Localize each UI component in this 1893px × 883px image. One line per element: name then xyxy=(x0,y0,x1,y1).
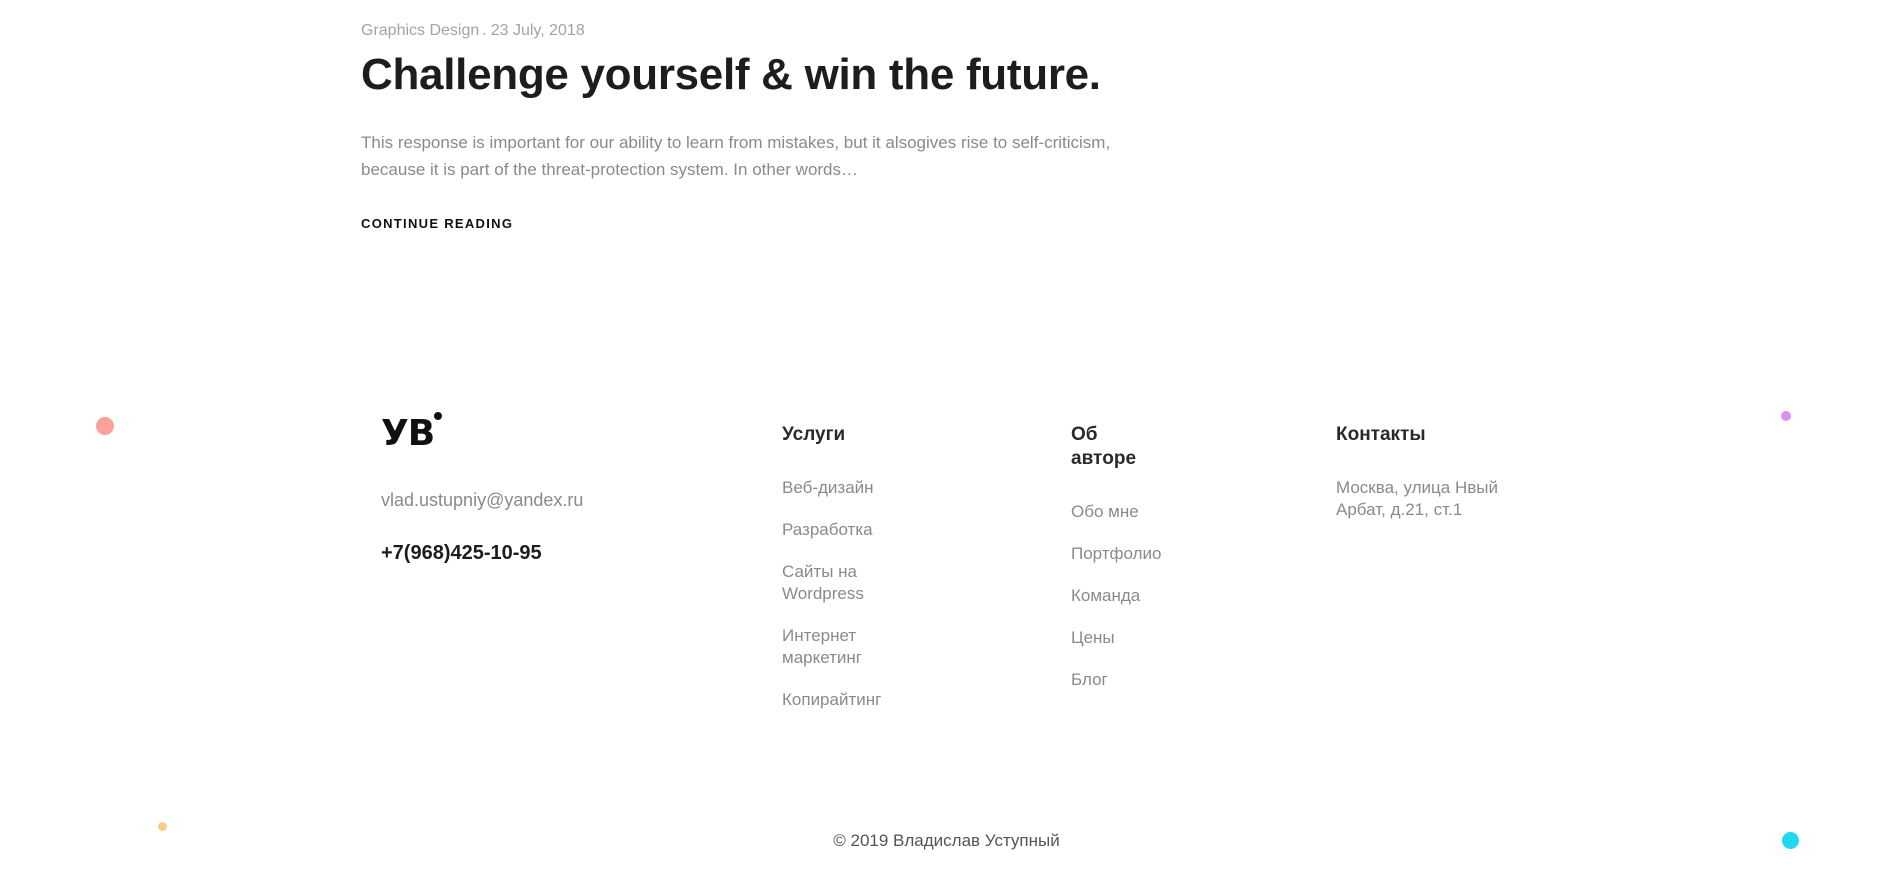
about-link-me[interactable]: Обо мне xyxy=(1071,501,1161,523)
decor-dot-cyan xyxy=(1782,832,1799,849)
post-excerpt: This response is important for our abili… xyxy=(361,133,1111,179)
post-meta-separator: . xyxy=(482,22,487,39)
about-link-blog[interactable]: Блог xyxy=(1071,669,1161,691)
contacts-column: Контакты Москва, улица Нвый Арбат, д.21,… xyxy=(1336,423,1536,521)
contact-address: Москва, улица Нвый Арбат, д.21, ст.1 xyxy=(1336,478,1498,519)
post-meta: Graphics Design. 23 July, 2018 xyxy=(361,22,585,40)
list-item: Сайты на Wordpress xyxy=(782,561,932,605)
services-link-wordpress[interactable]: Сайты на Wordpress xyxy=(782,561,932,605)
services-heading: Услуги xyxy=(782,424,846,445)
list-item: Блог xyxy=(1071,669,1161,691)
post-category: Graphics Design xyxy=(361,22,480,39)
logo-dot xyxy=(434,412,442,420)
list-item: Портфолио xyxy=(1071,543,1161,565)
services-list: Веб-дизайн Разработка Сайты на Wordpress… xyxy=(782,477,932,711)
list-item: Цены xyxy=(1071,627,1161,649)
list-item: Команда xyxy=(1071,585,1161,607)
page: Graphics Design. 23 July, 2018 Challenge … xyxy=(0,0,1893,883)
about-column: Об автope Обо мне Портфолио Команда Цены… xyxy=(1071,423,1161,711)
copyright: © 2019 Владислав Уступный xyxy=(833,831,1060,850)
about-link-team[interactable]: Команда xyxy=(1071,585,1161,607)
about-link-prices[interactable]: Цены xyxy=(1071,627,1161,649)
phone-link[interactable]: +7(968)425-10-95 xyxy=(381,542,542,565)
post-date: 23 July, 2018 xyxy=(490,22,585,39)
decor-dot-coral xyxy=(96,417,114,435)
post-title[interactable]: Challenge yourself & win the future. xyxy=(361,50,1101,100)
contacts-heading: Контакты xyxy=(1336,424,1426,445)
about-list: Обо мне Портфолио Команда Цены Блог xyxy=(1071,501,1161,691)
logo-text: УВ xyxy=(381,413,435,454)
decor-dot-violet xyxy=(1781,411,1791,421)
continue-reading-link[interactable]: CONTINUE READING xyxy=(361,216,513,231)
footer-logo[interactable]: УВ xyxy=(381,412,451,454)
services-link-web-design[interactable]: Веб-дизайн xyxy=(782,477,932,499)
list-item: Обо мне xyxy=(1071,501,1161,523)
list-item: Разработка xyxy=(782,519,932,541)
services-column: Услуги Веб-дизайн Разработка Сайты на Wo… xyxy=(782,423,932,731)
list-item: Интернет маркетинг xyxy=(782,625,932,669)
about-heading: Об автope xyxy=(1071,424,1137,469)
list-item: Веб-дизайн xyxy=(782,477,932,499)
list-item: Копирайтинг xyxy=(782,689,932,711)
services-link-marketing[interactable]: Интернет маркетинг xyxy=(782,625,932,669)
about-link-portfolio[interactable]: Портфолио xyxy=(1071,543,1161,565)
email-link[interactable]: vlad.ustupniy@yandex.ru xyxy=(381,490,583,511)
services-link-development[interactable]: Разработка xyxy=(782,519,932,541)
decor-dot-peach xyxy=(158,822,167,831)
services-link-copywriting[interactable]: Копирайтинг xyxy=(782,689,932,711)
